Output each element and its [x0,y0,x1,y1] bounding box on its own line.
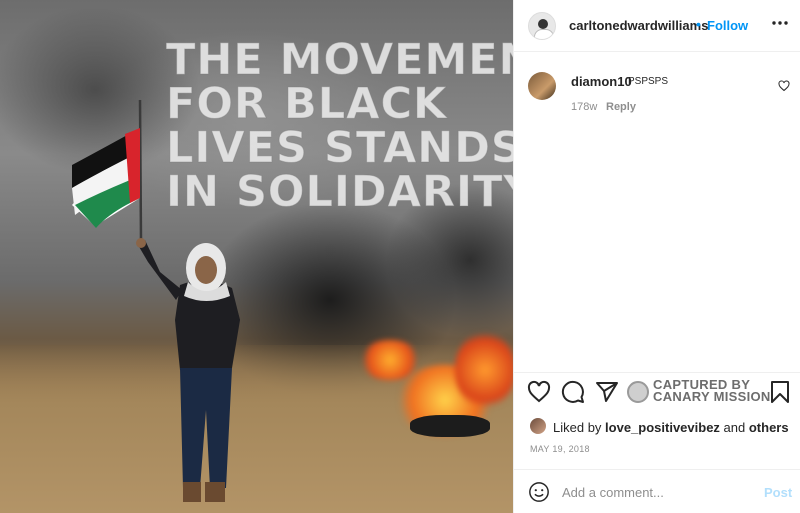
post-image[interactable]: THE MOVEMENT FOR BLACK LIVES STANDS IN S… [0,0,513,513]
author-avatar[interactable] [528,12,556,40]
more-horizontal-icon[interactable] [770,13,790,33]
reply-button[interactable]: Reply [606,101,636,113]
post-date[interactable]: MAY 19, 2018 [530,444,590,454]
comment-text: PSPSPS [628,76,669,87]
follow-button[interactable]: Follow [707,18,748,33]
post-header: carltonedwardwilliams • Follow [514,0,800,52]
emoji-icon[interactable] [528,481,550,503]
comment-age[interactable]: 178w [571,101,597,113]
man-with-flag [72,99,240,502]
commenter-username[interactable]: diamon10 [571,74,632,89]
post-sidebar: carltonedwardwilliams • Follow diamon10 … [513,0,800,513]
canary-mission-logo [627,381,649,403]
liker-avatar[interactable] [530,418,546,434]
action-bar: CAPTURED BY CANARY MISSION [514,372,800,412]
paper-plane-icon[interactable] [595,380,619,404]
comment-input[interactable]: Add a comment... [562,485,664,500]
liked-by-text: Liked by love_positivevibez and others [553,420,789,435]
heart-icon[interactable] [527,380,551,404]
liked-by-prefix: Liked by [553,420,606,435]
commenter-avatar[interactable] [528,72,556,100]
likes-others-link[interactable]: others [749,420,789,435]
comment-icon[interactable] [561,380,585,404]
separator-dot: • [696,16,701,32]
watermark-line: CANARY MISSION [653,389,771,404]
canary-watermark: CAPTURED BY CANARY MISSION [653,378,771,404]
post-comment-button[interactable]: Post [764,485,792,500]
bookmark-icon[interactable] [768,380,792,404]
add-comment-bar: Add a comment... Post [514,469,800,513]
liked-by-and: and [719,420,749,435]
author-username[interactable]: carltonedwardwilliams [569,18,708,33]
liker-username[interactable]: love_positivevibez [605,420,720,435]
flag [72,128,140,228]
comment-like-heart-icon[interactable] [778,80,790,92]
